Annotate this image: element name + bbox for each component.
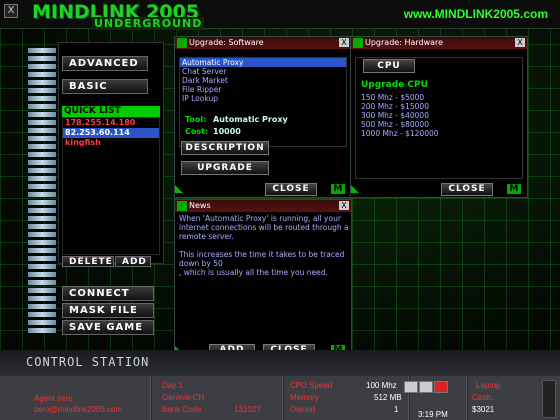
memory-label: Memory	[290, 393, 319, 402]
hardware-window-title-bar[interactable]: Upgrade: Hardware X	[351, 37, 527, 49]
news-line: This increases the time it takes to be t…	[179, 250, 345, 259]
control-station-label: CONTROL STATION	[26, 355, 150, 369]
cpu-option[interactable]: 200 Mhz - $15000	[361, 102, 439, 111]
tool-value: Automatic Proxy	[213, 115, 288, 124]
cpu-option[interactable]: 1000 Mhz - $120000	[361, 129, 439, 138]
day-cell: Day 1 Geneva-CH Bank Code 13102?	[152, 376, 283, 420]
owned-label: Owned	[290, 405, 316, 414]
close-icon[interactable]: X	[515, 38, 525, 47]
agent-name: Agent zero	[34, 394, 73, 403]
software-window-title-bar[interactable]: Upgrade: Software X	[175, 37, 351, 49]
agent-cell: Agent zero zero@mindlink2005.com	[0, 376, 151, 420]
software-window-title: Upgrade: Software	[189, 38, 264, 47]
title-bar: X MINDLINK 2005 UNDERGROUND www.MINDLINK…	[0, 0, 560, 30]
news-line: down by 50	[179, 259, 223, 268]
cost-value: 10000	[213, 127, 241, 136]
owned-value: 1	[394, 405, 399, 414]
quick-list-item[interactable]: kingfish	[63, 138, 159, 148]
cpu-button[interactable]: CPU	[363, 59, 415, 73]
game-subtitle: UNDERGROUND	[92, 17, 205, 30]
bank-code-value: 13102?	[234, 405, 261, 414]
mask-file-button[interactable]: MASK FILE	[62, 303, 154, 318]
computer-cell: CPU Speed 100 Mhz Memory 512 MB Owned 1	[284, 376, 409, 420]
news-window: News X When 'Automatic Proxy' is running…	[174, 199, 352, 357]
close-button[interactable]: CLOSE	[265, 183, 317, 196]
news-window-title: News	[189, 201, 211, 210]
scroll-control[interactable]	[542, 380, 556, 418]
close-icon[interactable]: X	[339, 201, 349, 210]
clock: 3:19 PM	[418, 410, 448, 419]
quick-list-title: QUICK LIST	[62, 106, 160, 117]
city-value: Geneva-CH	[162, 393, 205, 402]
quick-list-item[interactable]: 178.255.14.180	[63, 118, 159, 128]
news-line: remote server.	[179, 232, 234, 241]
cpu-option[interactable]: 300 Mhz - $40000	[361, 111, 439, 120]
cash-value: $3021	[472, 405, 495, 414]
cpu-option[interactable]: 500 Mhz - $80000	[361, 120, 439, 129]
connect-button[interactable]: CONNECT	[62, 286, 154, 301]
bank-code-label: Bank Code	[162, 405, 202, 414]
news-line: When 'Automatic Proxy' is running, all y…	[179, 214, 341, 223]
tool-label: Tool:	[185, 115, 207, 124]
cpu-speed-label: CPU Speed	[290, 381, 333, 390]
cpu-speed-value: 100 Mhz	[366, 381, 397, 390]
hardware-upgrade-window: Upgrade: Hardware X CPU Upgrade CPU 150 …	[350, 36, 528, 198]
close-icon[interactable]: X	[339, 38, 349, 47]
software-upgrade-window: Upgrade: Software X Automatic Proxy Chat…	[174, 36, 352, 198]
quick-list-item-selected[interactable]: 82.253.60.114	[63, 128, 159, 138]
advanced-button[interactable]: ADVANCED	[62, 56, 148, 71]
cash-label: Cash...	[472, 393, 498, 402]
software-list-item[interactable]: Dark Market	[180, 76, 346, 85]
fast-forward-icon[interactable]	[419, 381, 433, 393]
cost-label: Cost:	[185, 127, 209, 136]
status-panel: Agent zero zero@mindlink2005.com Day 1 G…	[0, 376, 560, 420]
basic-button[interactable]: BASIC	[62, 79, 148, 94]
resize-icon[interactable]	[351, 185, 359, 193]
cpu-option[interactable]: 150 Mhz - $5000	[361, 93, 439, 102]
window-icon	[177, 201, 187, 211]
description-button[interactable]: DESCRIPTION	[181, 141, 269, 155]
window-icon	[353, 38, 363, 48]
add-button[interactable]: ADD	[115, 256, 151, 267]
window-icon	[177, 38, 187, 48]
minimize-button[interactable]: M	[507, 184, 521, 194]
upgrade-button[interactable]: UPGRADE	[181, 161, 269, 175]
news-line	[179, 241, 347, 250]
news-window-title-bar[interactable]: News X	[175, 200, 351, 212]
upgrade-cpu-title: Upgrade CPU	[361, 80, 428, 90]
stop-icon[interactable]	[434, 381, 448, 393]
news-line: , which is usually all the time you need…	[179, 268, 328, 277]
memory-value: 512 MB	[374, 393, 402, 402]
side-meter	[28, 48, 56, 338]
hardware-window-title: Upgrade: Hardware	[365, 38, 444, 47]
close-icon[interactable]: X	[4, 4, 18, 18]
news-line: internet connections will be routed thro…	[179, 223, 349, 232]
software-list-item[interactable]: Chat Server	[180, 67, 346, 76]
news-body: When 'Automatic Proxy' is running, all y…	[179, 214, 349, 277]
quick-list[interactable]: 178.255.14.180 82.253.60.114 kingfish	[62, 117, 160, 255]
save-game-button[interactable]: SAVE GAME	[62, 320, 154, 335]
delete-button[interactable]: DELETE	[62, 256, 114, 267]
day-value: Day 1	[162, 381, 183, 390]
software-list-item[interactable]: Automatic Proxy	[180, 58, 346, 67]
cpu-options: 150 Mhz - $5000 200 Mhz - $15000 300 Mhz…	[361, 93, 439, 138]
software-list-item[interactable]: File Ripper	[180, 85, 346, 94]
minimize-button[interactable]: M	[331, 184, 345, 194]
play-icon[interactable]	[404, 381, 418, 393]
software-list-item[interactable]: IP Lookup	[180, 94, 346, 103]
website-url[interactable]: www.MINDLINK2005.com	[404, 7, 548, 21]
laptop-label: Laptop	[476, 381, 501, 390]
resize-icon[interactable]	[175, 185, 183, 193]
agent-email: zero@mindlink2005.com	[34, 405, 123, 414]
close-button[interactable]: CLOSE	[441, 183, 493, 196]
